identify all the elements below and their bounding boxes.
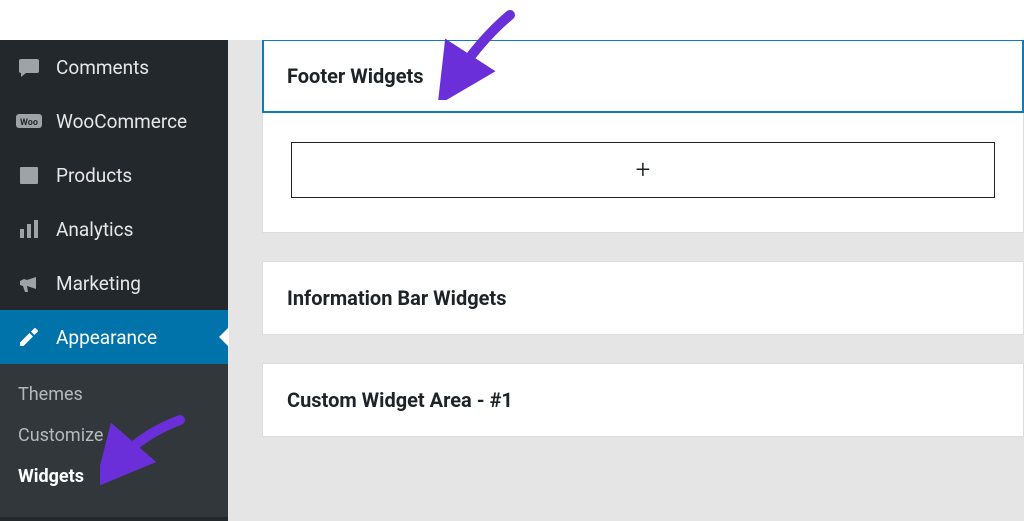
widget-area-footer[interactable]: Footer Widgets + xyxy=(262,39,1024,233)
sidebar-item-label: Appearance xyxy=(56,326,157,349)
sidebar-item-label: Comments xyxy=(56,56,149,79)
analytics-icon xyxy=(16,216,42,242)
sidebar-item-comments[interactable]: Comments xyxy=(0,40,228,94)
sidebar-item-label: Products xyxy=(56,164,132,187)
widget-area-custom-1[interactable]: Custom Widget Area - #1 xyxy=(262,363,1024,437)
comments-icon xyxy=(16,54,42,80)
widget-area-information-bar[interactable]: Information Bar Widgets xyxy=(262,261,1024,335)
appearance-icon xyxy=(16,324,42,350)
submenu-themes[interactable]: Themes xyxy=(0,374,228,415)
sidebar-item-label: Analytics xyxy=(56,218,133,241)
sidebar-item-appearance[interactable]: Appearance xyxy=(0,310,228,364)
submenu-label: Customize xyxy=(18,425,103,446)
submenu-label: Widgets xyxy=(18,466,84,487)
sidebar-item-label: WooCommerce xyxy=(56,110,187,133)
sidebar-item-label: Marketing xyxy=(56,272,141,295)
sidebar-item-products[interactable]: Products xyxy=(0,148,228,202)
submenu-label: Themes xyxy=(18,384,83,405)
products-icon xyxy=(16,162,42,188)
widget-area-title: Information Bar Widgets xyxy=(263,262,1023,334)
megaphone-icon xyxy=(16,270,42,296)
sidebar-item-marketing[interactable]: Marketing xyxy=(0,256,228,310)
widget-area-title: Custom Widget Area - #1 xyxy=(263,364,1023,436)
sidebar-item-analytics[interactable]: Analytics xyxy=(0,202,228,256)
svg-text:Woo: Woo xyxy=(20,118,38,128)
add-block-button[interactable]: + xyxy=(291,142,995,198)
plus-icon: + xyxy=(636,155,651,185)
annotation-arrow-bottom xyxy=(100,415,190,485)
sidebar-item-woocommerce[interactable]: Woo WooCommerce xyxy=(0,94,228,148)
widget-area-title: Footer Widgets xyxy=(262,39,1024,113)
annotation-arrow-top xyxy=(430,10,520,100)
woocommerce-icon: Woo xyxy=(16,108,42,134)
widget-areas-panel: Footer Widgets + Information Bar Widgets… xyxy=(228,0,1024,521)
